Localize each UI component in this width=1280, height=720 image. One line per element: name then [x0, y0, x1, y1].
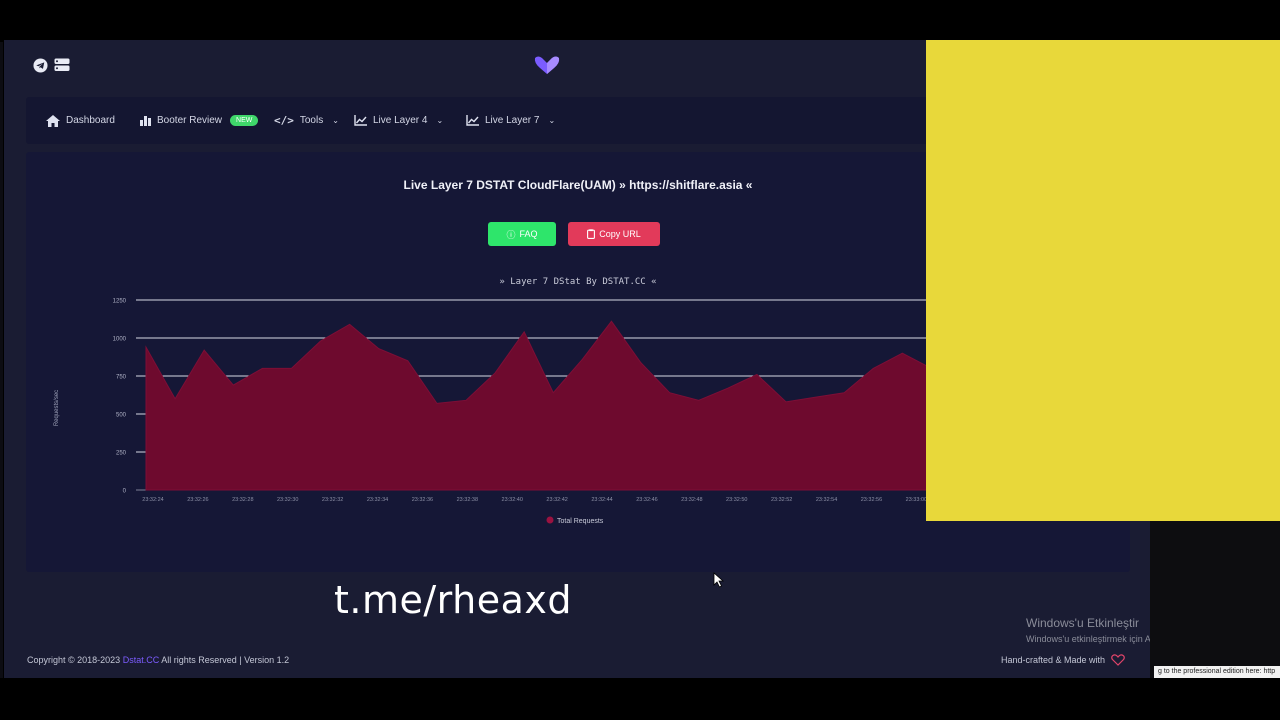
dstat-link[interactable]: Dstat.CC	[123, 655, 160, 665]
bar-chart-icon	[140, 116, 151, 126]
mouse-cursor-icon	[713, 572, 725, 588]
yellow-overlay	[926, 40, 1280, 521]
copyright-prefix: Copyright © 2018-2023	[27, 655, 121, 665]
line-chart-icon	[354, 115, 367, 126]
y-tick-label: 1000	[113, 337, 127, 343]
x-tick-label: 23:32:36	[412, 497, 433, 503]
copy-url-button[interactable]: Copy URL	[568, 222, 660, 246]
nav-live-layer4-label: Live Layer 4	[373, 115, 428, 126]
x-tick-label: 23:32:28	[232, 497, 253, 503]
x-tick-label: 23:32:34	[367, 497, 388, 503]
footer-credit: Hand-crafted & Made with	[1001, 654, 1125, 666]
nav-tools-label: Tools	[299, 115, 324, 126]
x-tick-label: 23:32:30	[277, 497, 298, 503]
copyright-suffix: All rights Reserved | Version 1.2	[161, 655, 290, 665]
nav-booter-review[interactable]: Booter Review NEW	[140, 97, 259, 144]
x-tick-label: 23:32:42	[546, 497, 567, 503]
faq-button[interactable]: ⓘ FAQ	[488, 222, 556, 246]
question-circle-icon: ⓘ	[506, 229, 516, 240]
x-tick-label: 23:32:40	[502, 497, 523, 503]
heart-icon	[1111, 654, 1125, 666]
telegram-icon[interactable]	[32, 57, 48, 73]
nav-tools[interactable]: </> Tools ⌄	[274, 97, 339, 144]
line-chart-icon	[466, 115, 479, 126]
code-icon: </>	[274, 114, 294, 127]
nav-booter-review-label: Booter Review	[157, 115, 223, 126]
x-tick-label: 23:32:38	[457, 497, 478, 503]
faq-button-label: FAQ	[519, 229, 538, 239]
server-icon[interactable]	[54, 58, 70, 72]
x-tick-label: 23:32:50	[726, 497, 747, 503]
nav-live-layer7-label: Live Layer 7	[485, 115, 540, 126]
browser-screen: Dashboard Booter Review NEW </> Tools ⌄ …	[4, 40, 1280, 678]
screen-edge	[0, 42, 3, 678]
x-tick-label: 23:33:00	[906, 497, 927, 503]
chevron-down-icon: ⌄	[436, 116, 444, 125]
x-tick-label: 23:32:48	[681, 497, 702, 503]
clipboard-icon	[587, 229, 596, 239]
y-tick-label: 1250	[113, 299, 127, 305]
dstat-logo[interactable]	[534, 55, 560, 80]
y-tick-label: 500	[116, 413, 127, 419]
x-tick-label: 23:32:46	[636, 497, 657, 503]
status-strip: g to the professional edition here: http	[1154, 666, 1280, 678]
x-tick-label: 23:32:54	[816, 497, 837, 503]
x-tick-label: 23:32:26	[187, 497, 208, 503]
x-tick-label: 23:32:24	[142, 497, 163, 503]
y-tick-label: 0	[123, 489, 127, 495]
x-tick-label: 23:32:52	[771, 497, 792, 503]
nav-dashboard[interactable]: Dashboard	[46, 97, 115, 144]
footer-copyright: Copyright © 2018-2023 Dstat.CC All right…	[27, 655, 289, 665]
nav-live-layer7[interactable]: Live Layer 7 ⌄	[466, 97, 555, 144]
y-axis-label: Requests/sec	[54, 390, 60, 426]
nav-dashboard-label: Dashboard	[66, 115, 115, 126]
x-tick-label: 23:32:44	[591, 497, 612, 503]
x-tick-label: 23:32:56	[861, 497, 882, 503]
x-tick-label: 23:32:32	[322, 497, 343, 503]
legend-label: Total Requests	[557, 518, 604, 525]
chevron-down-icon: ⌄	[548, 116, 556, 125]
nav-live-layer4[interactable]: Live Layer 4 ⌄	[354, 97, 443, 144]
legend-swatch	[546, 516, 554, 524]
footer-credit-text: Hand-crafted & Made with	[1001, 655, 1106, 665]
copy-url-label: Copy URL	[599, 229, 641, 239]
y-tick-label: 750	[116, 375, 127, 381]
home-icon	[46, 114, 60, 127]
y-tick-label: 250	[116, 451, 127, 457]
chevron-down-icon: ⌄	[332, 116, 339, 125]
new-badge: NEW	[230, 115, 259, 126]
telegram-watermark: t.me/rheaxd	[334, 578, 572, 622]
